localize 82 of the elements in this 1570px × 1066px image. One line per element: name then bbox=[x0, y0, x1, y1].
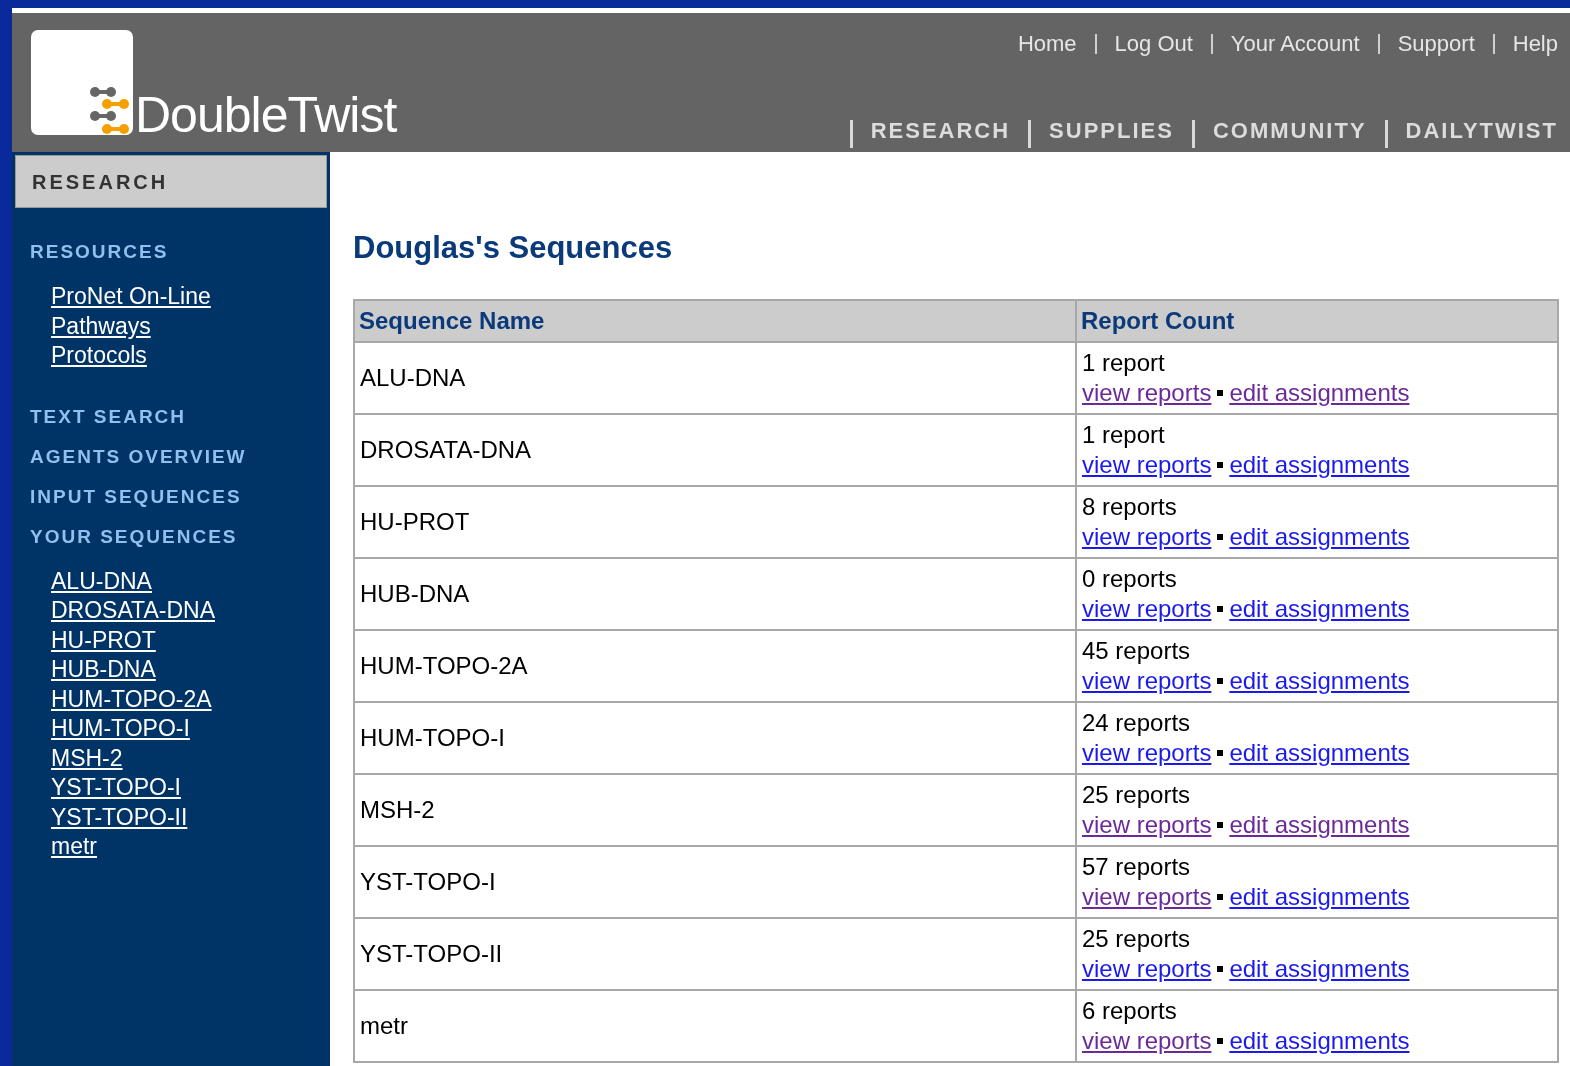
main-nav-tab[interactable]: RESEARCH bbox=[870, 113, 1011, 147]
report-count: 57 reports bbox=[1082, 852, 1192, 882]
table-cell: HUM-TOPO-2A bbox=[354, 630, 1076, 702]
logo-text: DoubleTwist bbox=[135, 90, 397, 140]
table-cell: ALU-DNA bbox=[354, 342, 1076, 414]
table-cell: YST-TOPO-II bbox=[354, 918, 1076, 990]
sidebar-heading[interactable]: INPUT SEQUENCES bbox=[30, 476, 330, 517]
report-link[interactable]: edit assignments bbox=[1229, 522, 1410, 552]
report-link[interactable]: edit assignments bbox=[1229, 882, 1410, 912]
bullet-icon bbox=[1217, 462, 1224, 468]
sidebar-link[interactable]: YST-TOPO-II bbox=[51, 803, 188, 830]
report-count: 6 reports bbox=[1082, 996, 1178, 1026]
report-link[interactable]: edit assignments bbox=[1229, 450, 1410, 480]
table-cell: YST-TOPO-I bbox=[354, 846, 1076, 918]
bullet-icon bbox=[1217, 1038, 1224, 1044]
report-link[interactable]: view reports bbox=[1082, 594, 1212, 624]
report-link[interactable]: view reports bbox=[1082, 954, 1212, 984]
sidebar-link[interactable]: YST-TOPO-I bbox=[51, 774, 181, 800]
sidebar-heading[interactable]: AGENTS OVERVIEW bbox=[30, 436, 330, 477]
sidebar-link[interactable]: MSH-2 bbox=[51, 744, 123, 771]
report-count: 25 reports bbox=[1082, 924, 1192, 954]
sidebar-link[interactable]: HU-PROT bbox=[51, 626, 156, 653]
sidebar-heading[interactable]: RESOURCES bbox=[30, 232, 330, 272]
report-count: 1 report bbox=[1082, 348, 1166, 378]
report-link[interactable]: view reports bbox=[1082, 882, 1212, 912]
report-link[interactable]: edit assignments bbox=[1229, 594, 1410, 624]
report-link[interactable]: view reports bbox=[1082, 1026, 1212, 1056]
table-cell: MSH-2 bbox=[354, 774, 1076, 846]
bullet-icon bbox=[1217, 750, 1224, 756]
top-nav-link[interactable]: Your Account bbox=[1230, 27, 1360, 60]
top-nav-link[interactable]: Log Out bbox=[1114, 27, 1193, 60]
report-link[interactable]: view reports bbox=[1082, 450, 1212, 480]
sidebar-heading[interactable]: TEXT SEARCH bbox=[30, 396, 330, 437]
report-link[interactable]: edit assignments bbox=[1229, 954, 1410, 984]
sidebar-heading[interactable]: YOUR SEQUENCES bbox=[30, 516, 330, 557]
bullet-icon bbox=[1217, 822, 1224, 828]
table-cell: metr bbox=[354, 990, 1076, 1062]
sidebar-link[interactable]: HUB-DNA bbox=[51, 656, 156, 682]
report-link[interactable]: view reports bbox=[1082, 738, 1212, 768]
sidebar-link[interactable]: Protocols bbox=[51, 342, 147, 368]
table-cell: DROSATA-DNA bbox=[354, 414, 1076, 486]
report-count: 0 reports bbox=[1082, 564, 1178, 594]
bullet-icon bbox=[1217, 606, 1224, 612]
top-nav-link[interactable]: Support bbox=[1397, 27, 1475, 60]
main-nav-tab[interactable]: COMMUNITY bbox=[1212, 113, 1367, 147]
report-count: 25 reports bbox=[1082, 780, 1192, 810]
main-nav-tab[interactable]: SUPPLIES bbox=[1049, 113, 1174, 147]
report-count: 24 reports bbox=[1082, 708, 1192, 738]
report-link[interactable]: edit assignments bbox=[1229, 810, 1410, 840]
report-count: 45 reports bbox=[1082, 636, 1192, 666]
bullet-icon bbox=[1217, 894, 1224, 900]
table-cell: HU-PROT bbox=[354, 486, 1076, 558]
sidebar-link[interactable]: DROSATA-DNA bbox=[51, 597, 215, 623]
bullet-icon bbox=[1217, 678, 1224, 684]
table-cell: HUM-TOPO-I bbox=[354, 702, 1076, 774]
section-tab[interactable]: RESEARCH bbox=[15, 155, 327, 208]
sidebar-link[interactable]: ProNet On-Line bbox=[51, 283, 211, 309]
report-count: 1 report bbox=[1082, 420, 1166, 450]
bullet-icon bbox=[1217, 966, 1224, 972]
bullet-icon bbox=[1217, 534, 1224, 540]
report-link[interactable]: edit assignments bbox=[1229, 666, 1410, 696]
top-nav-link[interactable]: Home bbox=[1017, 27, 1077, 60]
report-link[interactable]: view reports bbox=[1082, 666, 1212, 696]
sidebar-link[interactable]: Pathways bbox=[51, 312, 151, 339]
report-link[interactable]: edit assignments bbox=[1229, 1026, 1410, 1056]
column-header: Report Count bbox=[1076, 300, 1558, 342]
table-cell: HUB-DNA bbox=[354, 558, 1076, 630]
sidebar-link[interactable]: metr bbox=[51, 833, 97, 859]
main-nav-tab[interactable]: DAILYTWIST bbox=[1405, 113, 1558, 147]
bullet-icon bbox=[1217, 390, 1224, 396]
sidebar-link[interactable]: ALU-DNA bbox=[51, 567, 152, 594]
top-nav-link[interactable]: Help bbox=[1512, 27, 1558, 60]
page-title: Douglas's Sequences bbox=[353, 232, 674, 263]
report-link[interactable]: view reports bbox=[1082, 378, 1212, 408]
report-link[interactable]: view reports bbox=[1082, 810, 1212, 840]
report-link[interactable]: edit assignments bbox=[1229, 738, 1410, 768]
sidebar-link[interactable]: HUM-TOPO-I bbox=[51, 715, 190, 741]
sidebar-link[interactable]: HUM-TOPO-2A bbox=[51, 685, 212, 712]
report-link[interactable]: view reports bbox=[1082, 522, 1212, 552]
report-link[interactable]: edit assignments bbox=[1229, 378, 1410, 408]
report-count: 8 reports bbox=[1082, 492, 1178, 522]
column-header: Sequence Name bbox=[354, 300, 1076, 342]
